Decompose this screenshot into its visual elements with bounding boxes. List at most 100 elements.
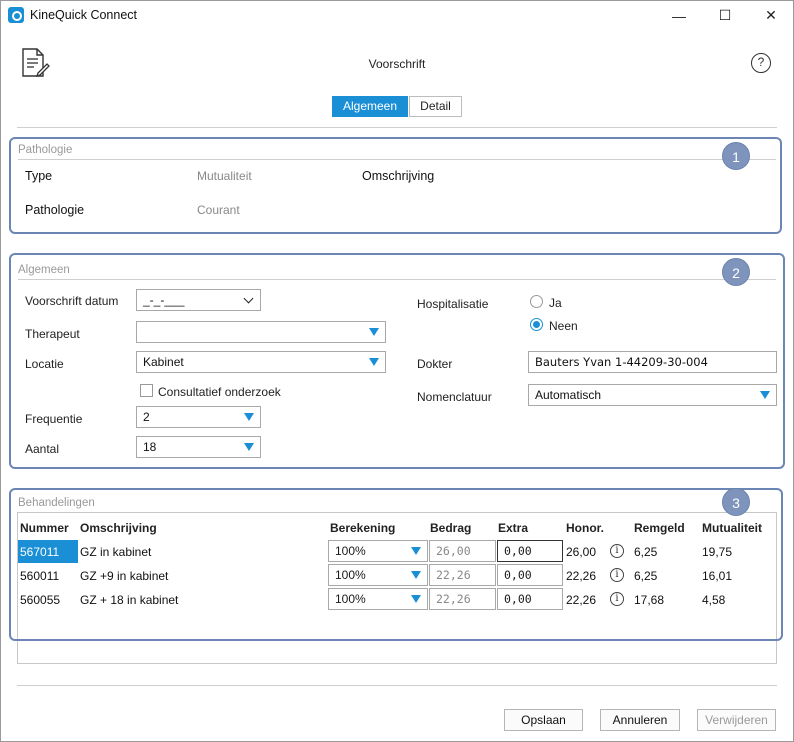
dropdown-arrow-icon xyxy=(760,391,770,399)
minimize-icon: — xyxy=(672,7,686,24)
pathologie-section xyxy=(9,137,782,234)
consultatief-onderzoek-checkbox[interactable] xyxy=(140,384,153,397)
row-bedrag: 22,26 xyxy=(429,588,496,610)
row-omschrijving[interactable]: GZ in kabinet xyxy=(80,545,151,559)
hospitalisatie-ja-radio[interactable] xyxy=(530,295,543,308)
info-icon[interactable]: i xyxy=(610,568,624,582)
row-honor: 22,26 xyxy=(566,593,597,607)
pathologie-section-title: Pathologie xyxy=(18,144,73,156)
section-badge-1: 1 xyxy=(722,142,750,170)
row-berekening-select[interactable]: 100% xyxy=(328,588,428,610)
therapeut-label: Therapeut xyxy=(25,327,80,341)
row-extra-input[interactable]: 0,00 xyxy=(497,588,563,610)
cancel-button[interactable]: Annuleren xyxy=(600,709,680,731)
info-icon[interactable]: i xyxy=(610,544,624,558)
nomenclatuur-label: Nomenclatuur xyxy=(417,390,492,404)
chevron-down-icon xyxy=(243,293,254,304)
minimize-button[interactable]: — xyxy=(656,0,702,31)
info-icon[interactable]: i xyxy=(610,592,624,606)
row-honor: 26,00 xyxy=(566,545,597,559)
hospitalisatie-neen-radio[interactable] xyxy=(530,318,543,331)
pathologie-label: Pathologie xyxy=(25,203,85,217)
row-remgeld: 6,25 xyxy=(634,545,658,559)
row-nummer[interactable]: 567011 xyxy=(20,545,59,559)
dokter-label: Dokter xyxy=(417,357,453,371)
close-icon: ✕ xyxy=(765,7,777,23)
nomenclatuur-value: Automatisch xyxy=(535,388,602,402)
locatie-select[interactable]: Kabinet xyxy=(136,351,386,373)
row-berekening-value: 100% xyxy=(335,544,366,558)
save-button[interactable]: Opslaan xyxy=(504,709,583,731)
row-berekening-select[interactable]: 100% xyxy=(328,540,428,562)
behandelingen-section-title: Behandelingen xyxy=(18,497,95,509)
column-header-omschrijving[interactable]: Omschrijving xyxy=(80,521,157,535)
locatie-label: Locatie xyxy=(25,357,64,371)
footer-divider xyxy=(17,685,777,686)
dokter-input[interactable]: Bauters Yvan 1-44209-30-004 xyxy=(528,351,777,373)
maximize-icon: ☐ xyxy=(718,7,732,23)
row-bedrag: 26,00 xyxy=(429,540,496,562)
section-badge-2: 2 xyxy=(722,258,750,286)
omschrijving-label: Omschrijving xyxy=(362,169,435,183)
pathologie-value: Courant xyxy=(197,203,240,217)
row-bedrag: 22,26 xyxy=(429,564,496,586)
hospitalisatie-ja-label: Ja xyxy=(549,296,562,310)
frequentie-value: 2 xyxy=(143,410,150,424)
row-berekening-select[interactable]: 100% xyxy=(328,564,428,586)
close-button[interactable]: ✕ xyxy=(748,0,794,31)
row-extra-input[interactable]: 0,00 xyxy=(497,540,563,562)
locatie-value: Kabinet xyxy=(143,355,184,369)
row-berekening-value: 100% xyxy=(335,568,366,582)
type-value: Mutualiteit xyxy=(197,169,252,183)
column-header-bedrag[interactable]: Bedrag xyxy=(430,521,471,535)
maximize-button[interactable]: ☐ xyxy=(702,0,748,31)
dropdown-arrow-icon xyxy=(244,413,254,421)
column-header-remgeld[interactable]: Remgeld xyxy=(634,521,685,535)
aantal-value: 18 xyxy=(143,440,157,454)
row-omschrijving[interactable]: GZ + 18 in kabinet xyxy=(80,593,178,607)
hospitalisatie-neen-label: Neen xyxy=(549,319,578,333)
column-header-nummer[interactable]: Nummer xyxy=(20,521,69,535)
help-icon[interactable]: ? xyxy=(751,53,771,73)
delete-button[interactable]: Verwijderen xyxy=(697,709,776,731)
row-berekening-value: 100% xyxy=(335,592,366,606)
row-mutualiteit: 16,01 xyxy=(702,569,733,583)
row-honor: 22,26 xyxy=(566,569,597,583)
dropdown-arrow-icon xyxy=(411,547,421,555)
tab-detail[interactable]: Detail xyxy=(409,96,462,117)
dropdown-arrow-icon xyxy=(411,571,421,579)
aantal-select[interactable]: 18 xyxy=(136,436,261,458)
column-header-honor[interactable]: Honor. xyxy=(566,521,604,535)
pathologie-divider xyxy=(18,159,776,160)
algemeen-divider xyxy=(18,279,776,280)
window-title: KineQuick Connect xyxy=(30,8,138,22)
frequentie-select[interactable]: 2 xyxy=(136,406,261,428)
voorschrift-datum-picker[interactable]: _-_-___ xyxy=(136,289,261,311)
type-label: Type xyxy=(25,169,53,183)
page-title: Voorschrift xyxy=(368,57,426,71)
row-omschrijving[interactable]: GZ +9 in kabinet xyxy=(80,569,168,583)
dropdown-arrow-icon xyxy=(369,358,379,366)
hospitalisatie-label: Hospitalisatie xyxy=(417,297,489,311)
row-remgeld: 17,68 xyxy=(634,593,665,607)
app-logo-icon xyxy=(8,7,24,23)
dropdown-arrow-icon xyxy=(369,328,379,336)
header-divider xyxy=(17,127,777,128)
row-mutualiteit: 4,58 xyxy=(702,593,726,607)
tab-algemeen[interactable]: Algemeen xyxy=(332,96,408,117)
column-header-berekening[interactable]: Berekening xyxy=(330,521,395,535)
row-extra-input[interactable]: 0,00 xyxy=(497,564,563,586)
algemeen-section-title: Algemeen xyxy=(18,264,70,276)
row-remgeld: 6,25 xyxy=(634,569,658,583)
row-nummer[interactable]: 560011 xyxy=(20,569,59,583)
consultatief-onderzoek-label: Consultatief onderzoek xyxy=(158,385,281,399)
row-nummer[interactable]: 560055 xyxy=(20,593,60,607)
nomenclatuur-select[interactable]: Automatisch xyxy=(528,384,777,406)
aantal-label: Aantal xyxy=(25,442,60,456)
column-header-mutualiteit[interactable]: Mutualiteit xyxy=(702,521,762,535)
section-badge-3: 3 xyxy=(722,488,750,516)
column-header-extra[interactable]: Extra xyxy=(498,521,528,535)
therapeut-select[interactable] xyxy=(136,321,386,343)
dropdown-arrow-icon xyxy=(411,595,421,603)
voorschrift-datum-label: Voorschrift datum xyxy=(25,294,119,308)
